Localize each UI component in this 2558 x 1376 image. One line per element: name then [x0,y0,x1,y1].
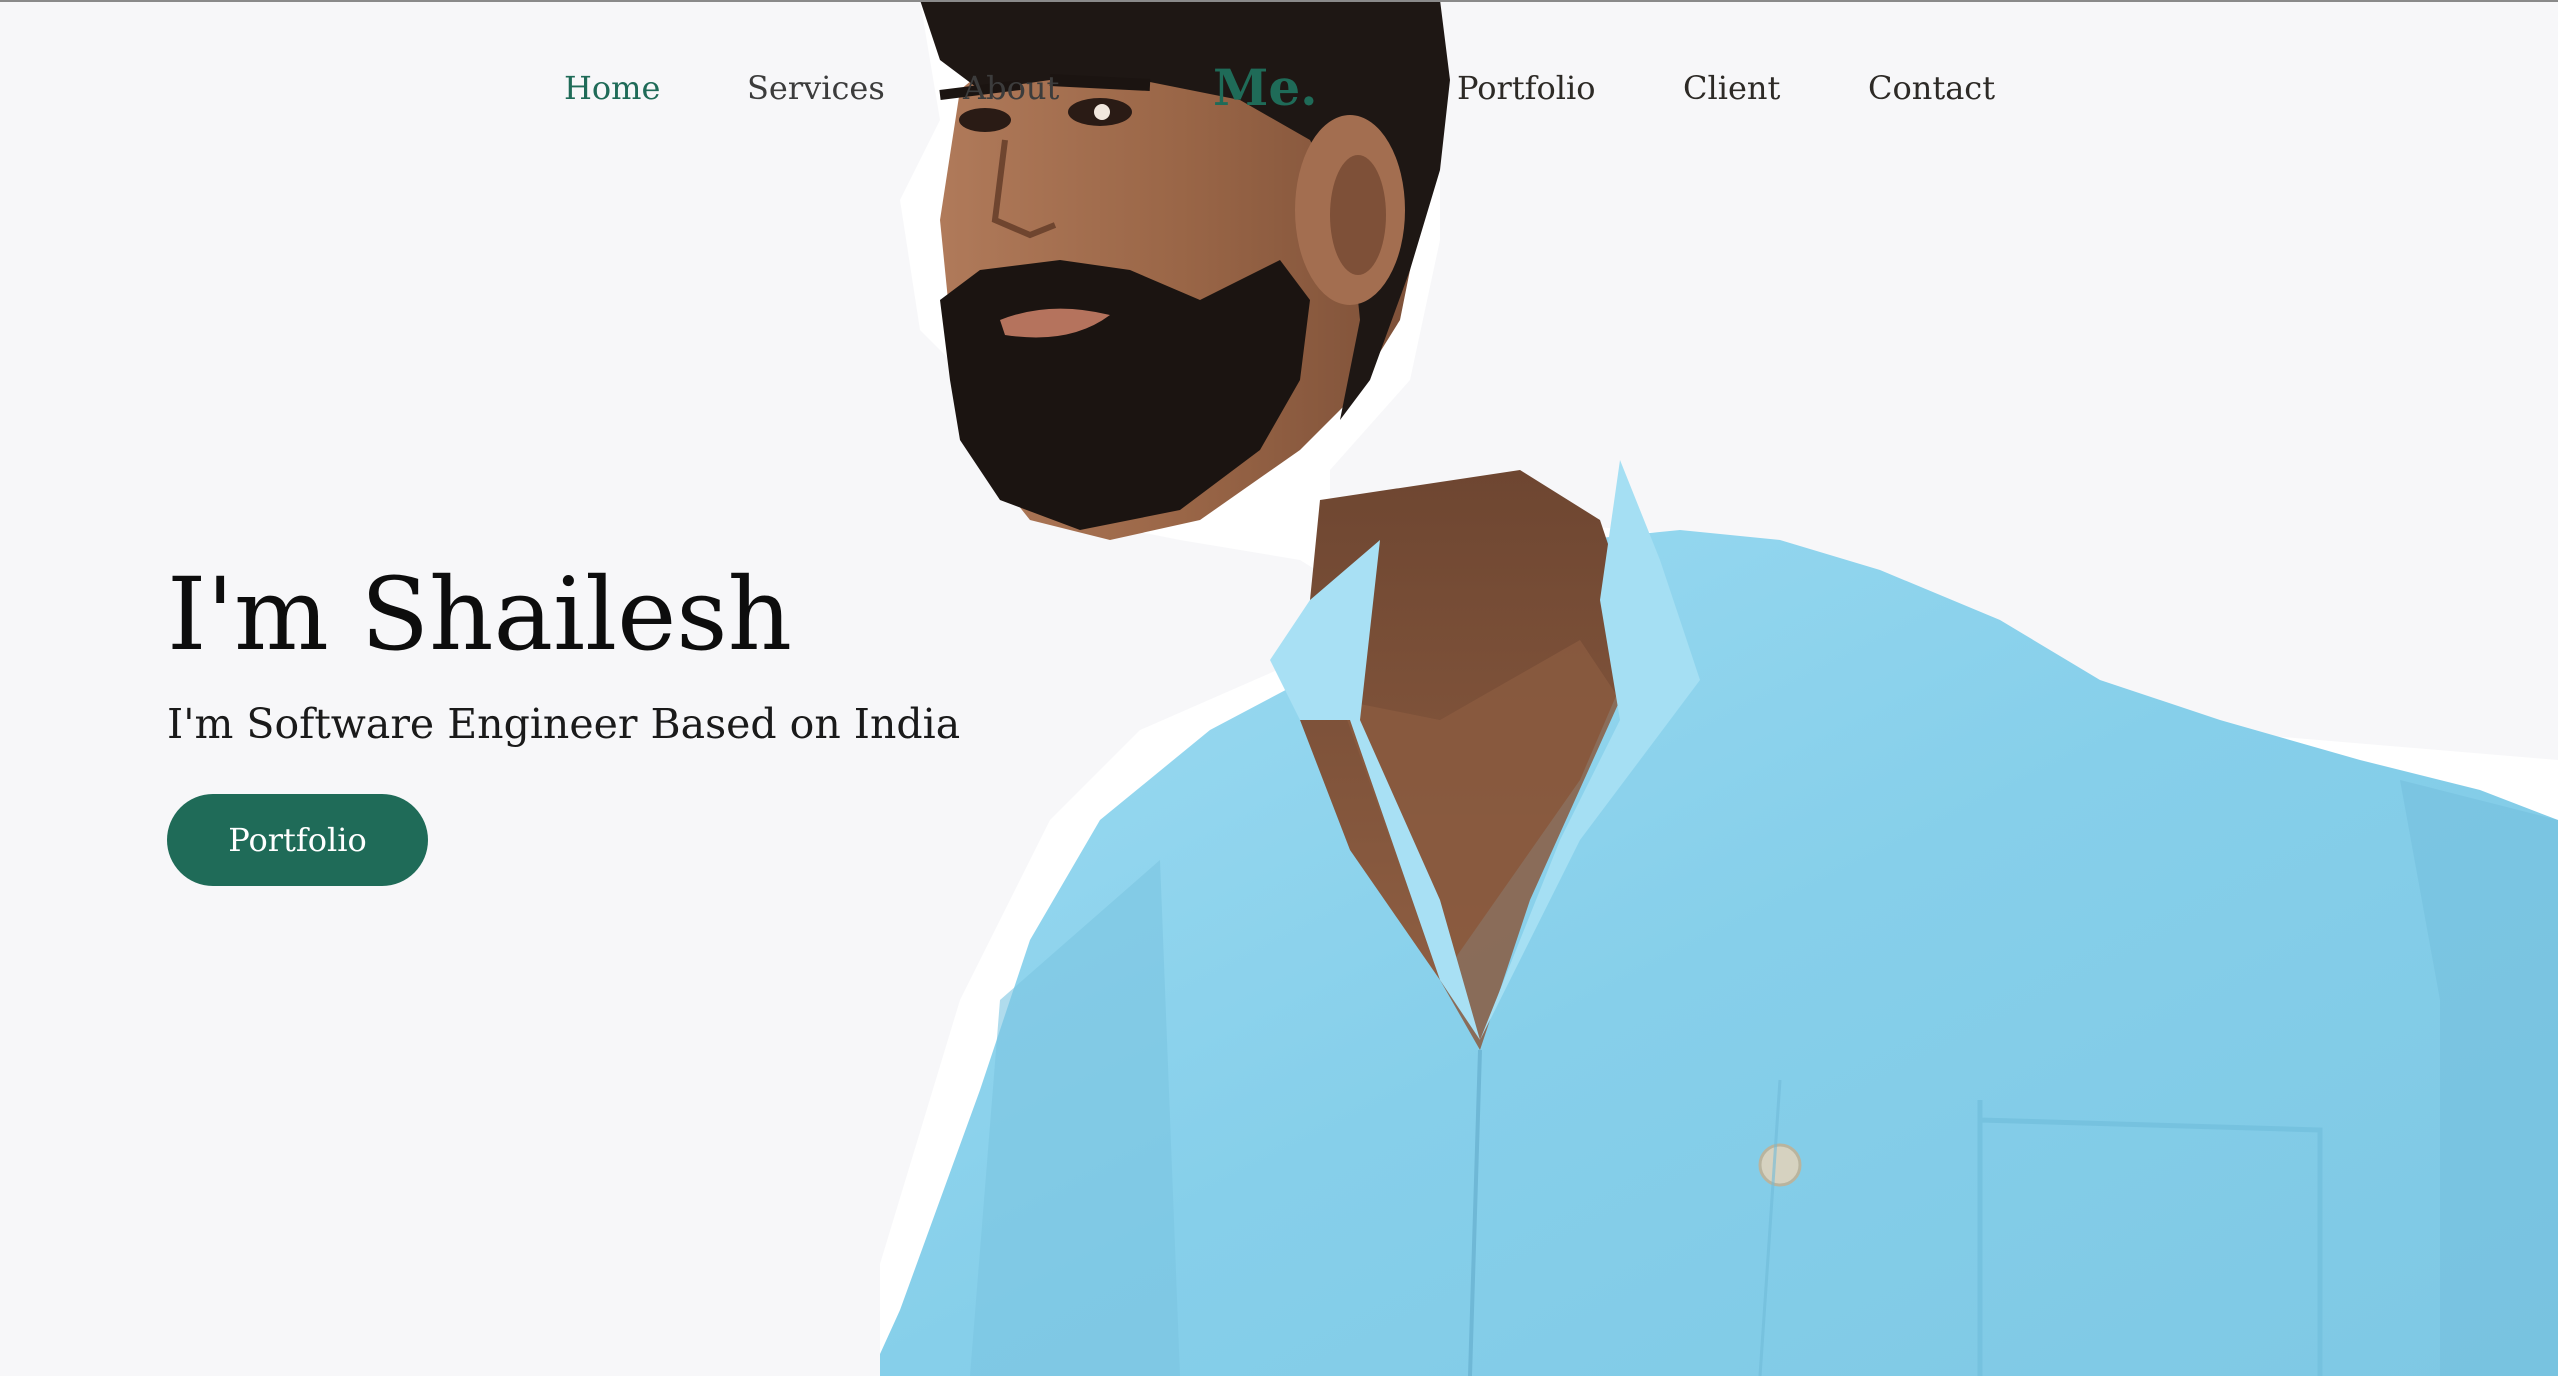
nav-link-portfolio[interactable]: Portfolio [1457,62,1596,114]
portfolio-button[interactable]: Portfolio [167,794,428,886]
nav-link-client[interactable]: Client [1683,62,1780,114]
hero-title: I'm Shailesh [167,556,792,673]
hero-portrait-image [880,0,2558,1376]
hero-section: I'm Shailesh I'm Software Engineer Based… [167,540,960,886]
nav-link-contact[interactable]: Contact [1868,62,1995,114]
hero-subtitle: I'm Software Engineer Based on India [167,700,961,748]
main-navigation: Home Services About Me. Portfolio Client… [0,58,2558,122]
nav-link-services[interactable]: Services [747,62,885,114]
nav-link-about[interactable]: About [963,62,1059,114]
top-border [0,0,2558,2]
brand-logo[interactable]: Me. [1213,58,1318,118]
nav-link-home[interactable]: Home [564,62,660,114]
